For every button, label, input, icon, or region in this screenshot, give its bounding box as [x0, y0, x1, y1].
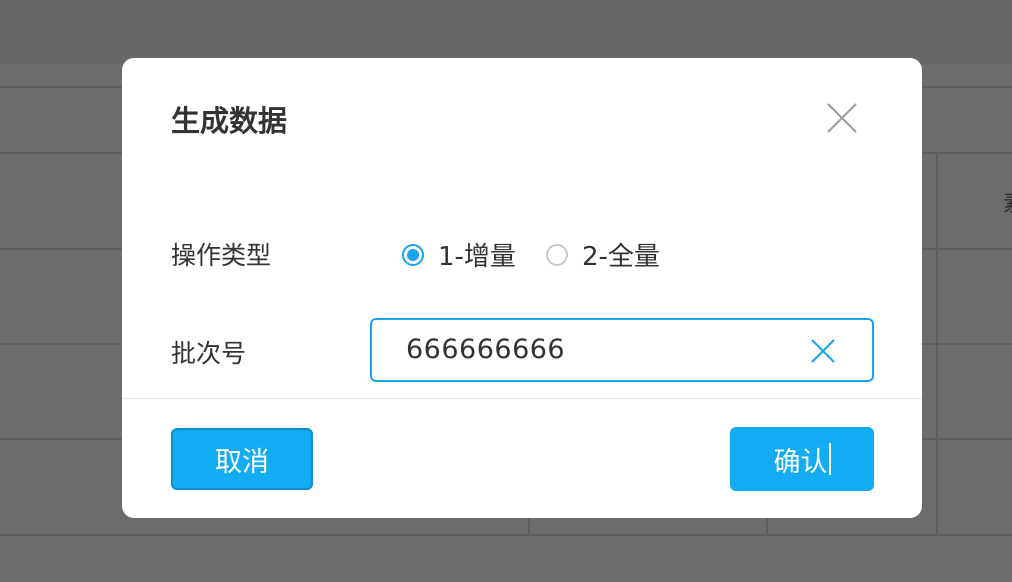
clear-input-button[interactable] — [808, 336, 838, 366]
text-cursor — [828, 443, 831, 475]
radio-incremental[interactable]: 1-增量 — [402, 236, 516, 273]
operation-type-label: 操作类型 — [171, 241, 272, 270]
generate-data-dialog: 生成数据 操作类型 1-增量 2-全量 批次号 666666666 取消 确认 — [122, 58, 922, 518]
close-button[interactable] — [822, 98, 862, 138]
background-col-divider — [936, 152, 938, 534]
batch-number-label: 批次号 — [171, 339, 247, 368]
background-header — [0, 0, 1012, 64]
clear-icon — [811, 339, 835, 363]
radio-checked-icon — [402, 243, 424, 266]
background-col-divider — [528, 518, 530, 534]
batch-number-input[interactable]: 666666666 — [370, 318, 874, 382]
operation-type-radio-group: 1-增量 2-全量 — [402, 236, 690, 273]
radio-full[interactable]: 2-全量 — [545, 236, 660, 273]
background-col-divider — [766, 518, 768, 534]
dialog-title: 生成数据 — [171, 104, 288, 138]
footer-divider — [122, 398, 922, 399]
batch-number-value: 666666666 — [406, 334, 566, 365]
close-icon — [827, 103, 857, 133]
confirm-button[interactable]: 确认 — [730, 427, 874, 491]
radio-label: 2-全量 — [581, 242, 660, 272]
radio-label: 1-增量 — [438, 242, 516, 272]
background-row-divider — [0, 534, 1012, 536]
background-column-header: 素 — [1003, 186, 1012, 218]
confirm-button-label: 确认 — [773, 446, 828, 478]
radio-unchecked-icon — [545, 243, 568, 266]
cancel-button[interactable]: 取消 — [171, 428, 313, 490]
cancel-button-label: 取消 — [215, 446, 269, 478]
